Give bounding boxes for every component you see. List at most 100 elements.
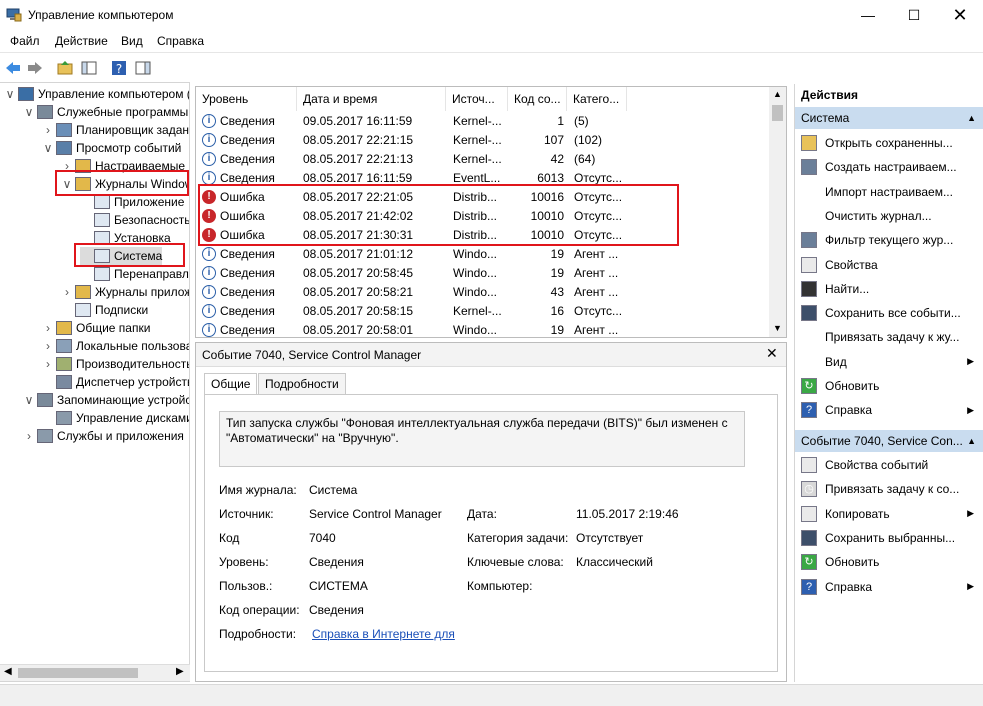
- forward-arrow-icon[interactable]: [26, 59, 44, 77]
- action-item[interactable]: Найти...: [795, 277, 983, 301]
- action-item[interactable]: Создать настраиваем...: [795, 155, 983, 179]
- action-item[interactable]: Сохранить все событи...: [795, 301, 983, 325]
- tree-item[interactable]: Диспетчер устройств: [42, 373, 189, 391]
- action-item[interactable]: Открыть сохраненны...: [795, 131, 983, 155]
- action-item[interactable]: Импорт настраиваем...: [795, 180, 983, 204]
- collapsed-chevron-icon[interactable]: ›: [42, 339, 54, 353]
- tree-item[interactable]: › Общие папки: [42, 319, 150, 337]
- tree-item[interactable]: › Локальные пользовате: [42, 337, 189, 355]
- collapsed-chevron-icon[interactable]: ›: [42, 357, 54, 371]
- table-row[interactable]: i Сведения 08.05.2017 22:21:15 Kernel-... 10…: [196, 131, 770, 150]
- event-date: 08.05.2017 20:58:21: [303, 285, 414, 299]
- expanded-chevron-icon[interactable]: ∨: [23, 105, 35, 119]
- collapsed-chevron-icon[interactable]: ›: [23, 429, 35, 443]
- action-pane-icon[interactable]: [134, 59, 152, 77]
- tree-item[interactable]: ∨ Служебные программы: [23, 103, 188, 121]
- online-help-link[interactable]: Справка в Интернете для: [312, 627, 455, 641]
- action-item[interactable]: Очистить журнал...: [795, 204, 983, 228]
- tree-item[interactable]: Подписки: [61, 301, 148, 319]
- action-item[interactable]: Привязать задачу к жу...: [795, 325, 983, 349]
- table-row[interactable]: i Сведения 08.05.2017 20:58:15 Kernel-... 16…: [196, 302, 770, 321]
- column-code[interactable]: Код со...: [508, 87, 567, 111]
- action-item[interactable]: Сохранить выбранны...: [795, 526, 983, 550]
- action-label: Очистить журнал...: [825, 208, 932, 223]
- tree-item[interactable]: › Планировщик заданий: [42, 121, 189, 139]
- tree-item-label: Служебные программы: [57, 105, 189, 119]
- table-row[interactable]: i Сведения 09.05.2017 16:11:59 Kernel-... 1 (…: [196, 112, 770, 131]
- action-item[interactable]: ◷ Привязать задачу к со...: [795, 477, 983, 501]
- menu-help[interactable]: Справка: [157, 34, 204, 48]
- collapsed-chevron-icon[interactable]: ›: [42, 123, 54, 137]
- level-value: Сведения: [309, 555, 364, 569]
- menu-file[interactable]: Файл: [10, 34, 40, 48]
- event-level: Сведения: [220, 114, 275, 128]
- table-row[interactable]: i Сведения 08.05.2017 22:21:13 Kernel-... 42…: [196, 150, 770, 169]
- tree-item[interactable]: Управление дисками: [42, 409, 189, 427]
- actions-group-event[interactable]: Событие 7040, Service Con... ▲: [795, 430, 983, 452]
- minimize-button[interactable]: —: [845, 0, 891, 30]
- table-row[interactable]: i Сведения 08.05.2017 21:01:12 Windo... 19 Аг…: [196, 245, 770, 264]
- column-category[interactable]: Катего...: [567, 87, 627, 111]
- column-source[interactable]: Источ...: [446, 87, 508, 111]
- expanded-chevron-icon[interactable]: ∨: [23, 393, 35, 407]
- column-date[interactable]: Дата и время: [297, 87, 446, 111]
- action-item[interactable]: ? Справка ▶: [795, 575, 983, 599]
- log-name-label: Имя журнала:: [219, 483, 297, 497]
- action-item[interactable]: Свойства: [795, 253, 983, 277]
- menu-view[interactable]: Вид: [121, 34, 143, 48]
- action-item[interactable]: ↻ Обновить: [795, 374, 983, 398]
- table-row[interactable]: i Сведения 08.05.2017 20:58:45 Windo... 19 Аг…: [196, 264, 770, 283]
- show-hide-tree-icon[interactable]: [80, 59, 98, 77]
- filter-icon: [801, 159, 817, 176]
- tree-item[interactable]: › Производительность: [42, 355, 189, 373]
- menu-action[interactable]: Действие: [55, 34, 108, 48]
- event-date: 08.05.2017 22:21:13: [303, 152, 414, 166]
- action-item[interactable]: Копировать ▶: [795, 502, 983, 526]
- log-name-value: Система: [309, 483, 358, 497]
- action-item[interactable]: ? Справка ▶: [795, 398, 983, 422]
- event-source: Windo...: [453, 285, 498, 299]
- table-row[interactable]: i Сведения 08.05.2017 20:58:01 Windo... 19 Аг…: [196, 321, 770, 337]
- event-category: Отсутс...: [574, 304, 623, 318]
- tree-item[interactable]: ∨ Просмотр событий: [42, 139, 181, 157]
- action-item[interactable]: Свойства событий: [795, 453, 983, 477]
- tree-horizontal-scrollbar[interactable]: ◀ ▶: [0, 664, 190, 681]
- column-level[interactable]: Уровень: [196, 87, 297, 111]
- highlight-windows-logs: [55, 170, 189, 196]
- keywords-label: Ключевые слова:: [467, 555, 564, 569]
- collapsed-chevron-icon[interactable]: ›: [42, 321, 54, 335]
- expanded-chevron-icon[interactable]: ∨: [42, 141, 54, 155]
- help-icon: ?: [801, 578, 817, 595]
- event-date: 08.05.2017 20:58:15: [303, 304, 414, 318]
- tree-item[interactable]: ∨ Управление компьютером (л: [4, 85, 189, 103]
- tree-item[interactable]: ∨ Запоминающие устройства: [23, 391, 189, 409]
- close-button[interactable]: ✕: [937, 0, 983, 30]
- tree-item-label: Просмотр событий: [76, 141, 182, 155]
- blank-icon: [801, 354, 817, 370]
- action-item[interactable]: Вид ▶: [795, 350, 983, 374]
- tree-item[interactable]: Перенаправлен: [80, 265, 189, 283]
- title-bar: Управление компьютером — ☐ ✕: [0, 0, 983, 30]
- expanded-chevron-icon[interactable]: ∨: [4, 87, 16, 101]
- status-bar: [0, 684, 983, 706]
- code-label: Код: [219, 531, 240, 545]
- tree-item-label: Общие папки: [76, 321, 151, 335]
- up-folder-icon[interactable]: [56, 59, 74, 77]
- tab-general[interactable]: Общие: [204, 373, 258, 395]
- tree-item[interactable]: › Службы и приложения: [23, 427, 184, 445]
- tree-item[interactable]: Безопасность: [80, 211, 189, 229]
- collapsed-chevron-icon[interactable]: ›: [61, 285, 73, 299]
- action-item[interactable]: Фильтр текущего жур...: [795, 228, 983, 252]
- binoculars-icon: [801, 280, 817, 297]
- list-vertical-scrollbar[interactable]: ▲ ▼: [769, 87, 786, 337]
- action-item[interactable]: ↻ Обновить: [795, 550, 983, 574]
- help-icon[interactable]: ?: [110, 59, 128, 77]
- table-row[interactable]: i Сведения 08.05.2017 20:58:21 Windo... 43 Аг…: [196, 283, 770, 302]
- close-icon[interactable]: ✕: [766, 345, 778, 362]
- tab-details[interactable]: Подробности: [258, 373, 346, 395]
- properties-icon: [801, 457, 817, 473]
- actions-group-system[interactable]: Система ▲: [795, 107, 983, 129]
- tree-item[interactable]: › Журналы приложе: [61, 283, 189, 301]
- maximize-button[interactable]: ☐: [891, 0, 937, 30]
- back-arrow-icon[interactable]: [4, 59, 22, 77]
